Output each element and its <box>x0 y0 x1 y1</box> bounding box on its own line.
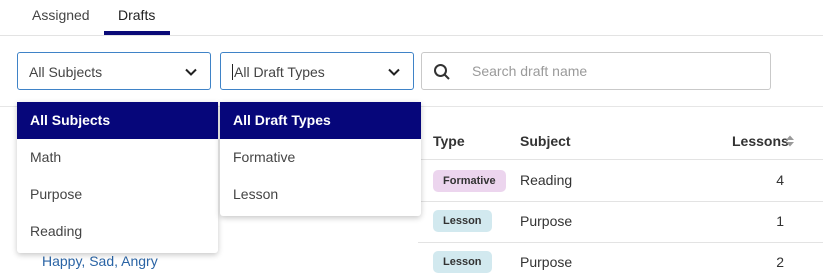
chevron-down-icon <box>185 68 197 76</box>
sort-icon[interactable] <box>785 134 795 148</box>
menu-item-math[interactable]: Math <box>17 139 218 176</box>
draft-type-filter-select[interactable]: All Draft Types <box>220 52 414 90</box>
tab-bar: Assigned Drafts <box>0 0 823 36</box>
column-header-type: Type <box>433 133 465 149</box>
row-divider <box>418 159 823 160</box>
text-caret <box>232 64 233 80</box>
menu-item-all-draft-types[interactable]: All Draft Types <box>220 102 421 139</box>
row-lessons-count: 4 <box>776 172 784 188</box>
subject-filter-value: All Subjects <box>29 64 103 80</box>
row-subject: Reading <box>520 172 573 188</box>
chevron-down-icon <box>388 68 400 76</box>
menu-item-reading[interactable]: Reading <box>17 213 218 250</box>
subject-filter-select[interactable]: All Subjects <box>17 52 211 90</box>
column-header-subject: Subject <box>520 133 571 149</box>
search-icon <box>434 64 450 80</box>
search-box <box>421 52 771 90</box>
draft-type-filter-value: All Draft Types <box>232 64 325 80</box>
tab-assigned[interactable]: Assigned <box>32 7 90 23</box>
active-tab-indicator <box>104 31 170 35</box>
row-divider <box>418 201 823 202</box>
row-subject: Purpose <box>520 213 573 229</box>
column-header-lessons[interactable]: Lessons <box>732 133 789 149</box>
draft-type-dropdown-menu: All Draft Types Formative Lesson <box>220 102 421 216</box>
type-badge-lesson: Lesson <box>433 210 492 232</box>
row-subject: Purpose <box>520 254 573 270</box>
type-badge-formative: Formative <box>433 170 506 192</box>
subject-dropdown-menu: All Subjects Math Purpose Reading <box>17 102 218 253</box>
tab-drafts[interactable]: Drafts <box>118 7 155 23</box>
menu-item-lesson[interactable]: Lesson <box>220 176 421 213</box>
menu-item-all-subjects[interactable]: All Subjects <box>17 102 218 139</box>
menu-item-purpose[interactable]: Purpose <box>17 176 218 213</box>
draft-name-link[interactable]: Happy, Sad, Angry <box>42 253 158 269</box>
row-lessons-count: 2 <box>776 254 784 270</box>
search-input[interactable] <box>472 61 762 81</box>
menu-item-formative[interactable]: Formative <box>220 139 421 176</box>
row-divider <box>418 242 823 243</box>
row-lessons-count: 1 <box>776 213 784 229</box>
draft-type-filter-text: All Draft Types <box>234 64 325 80</box>
type-badge-lesson: Lesson <box>433 251 492 273</box>
